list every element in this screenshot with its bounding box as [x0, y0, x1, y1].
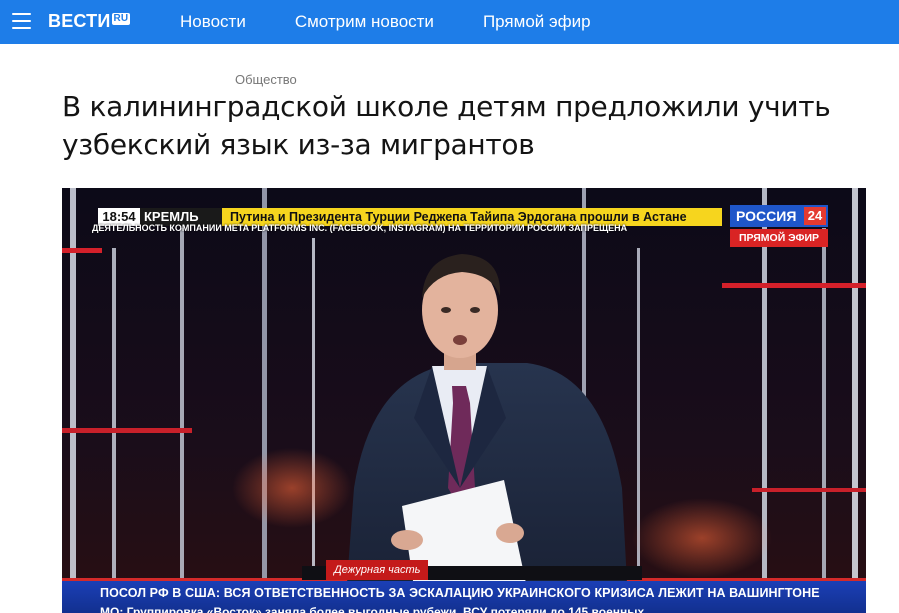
menu-icon[interactable] [12, 13, 31, 29]
logo-badge: RU [111, 12, 131, 25]
nav-link-watch-news[interactable]: Смотрим новости [295, 12, 434, 32]
program-tag: Дежурная часть [326, 560, 429, 580]
news-studio-image [62, 188, 866, 613]
nav-link-news[interactable]: Новости [180, 12, 246, 32]
logo-text: ВЕСТИ [48, 11, 111, 31]
channel-number: 24 [804, 207, 826, 225]
lower-third-subline: МО: Группировка «Восток» заняла более вы… [100, 605, 645, 613]
article-title: В калининградской школе детям предложили… [62, 90, 831, 161]
nav-link-live[interactable]: Прямой эфир [483, 12, 591, 32]
channel-logo: РОССИЯ 24 [730, 205, 828, 227]
live-badge: ПРЯМОЙ ЭФИР [730, 229, 828, 247]
top-navigation-bar: ВЕСТИ RU Новости Смотрим новости Прямой … [0, 0, 899, 44]
lower-third-headline: ПОСОЛ РФ В США: ВСЯ ОТВЕТСТВЕННОСТЬ ЗА Э… [100, 586, 820, 600]
meta-disclaimer: ДЕЯТЕЛЬНОСТЬ КОМПАНИИ META PLATFORMS INC… [92, 223, 628, 233]
channel-name: РОССИЯ [736, 208, 797, 224]
site-logo[interactable]: ВЕСТИ RU [48, 11, 131, 32]
article-video[interactable]: 18:54 КРЕМЛЬ Путина и Президента Турции … [62, 188, 866, 613]
main-nav: Новости Смотрим новости Прямой эфир [180, 0, 640, 44]
article-category[interactable]: Общество [235, 72, 297, 87]
